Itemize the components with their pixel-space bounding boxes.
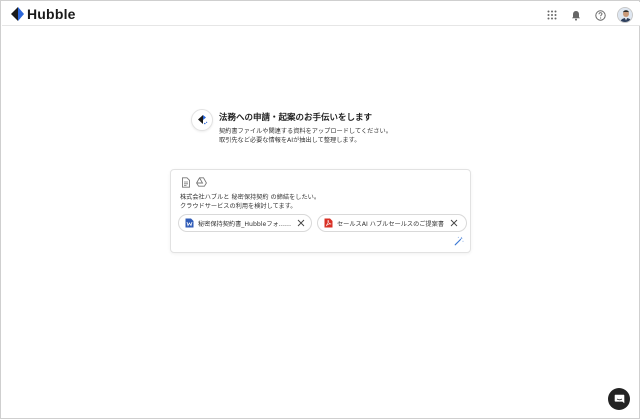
- brand-name: Hubble: [27, 6, 76, 22]
- chat-support-button[interactable]: [608, 388, 630, 410]
- google-drive-icon[interactable]: [195, 176, 207, 188]
- attachment-label: 秘密保持契約書_Hubbleフォ……: [198, 220, 292, 228]
- header-actions: [545, 7, 633, 23]
- attachment-chip[interactable]: セールスAI ハブルセールスのご提案書: [317, 214, 467, 232]
- intro-description: 契約書ファイルや関連する資料をアップロードしてください。 取引先など必要な情報を…: [219, 127, 392, 145]
- bell-icon[interactable]: [569, 8, 583, 22]
- magic-wand-icon: [454, 236, 464, 245]
- app-frame: Hubble 法務への申請・起案のお手伝いをします 契約書ファイルや関連する資料…: [0, 0, 640, 419]
- apps-grid-icon[interactable]: [545, 8, 559, 22]
- close-icon[interactable]: [449, 219, 458, 228]
- message-line-2: クラウドサービスの利用を検討してます。: [180, 203, 297, 210]
- intro-title: 法務への申請・起案のお手伝いをします: [219, 113, 373, 123]
- word-file-icon: [185, 218, 194, 228]
- composer-card: 株式会社ハブルと 秘密保持契約 の締結をしたい。 クラウドサービスの利用を検討し…: [170, 169, 471, 253]
- attachment-chip[interactable]: 秘密保持契約書_Hubbleフォ……: [178, 214, 312, 232]
- file-upload-icon[interactable]: [180, 176, 192, 188]
- chat-bubble-icon: [614, 394, 624, 404]
- attachment-list: 秘密保持契約書_Hubbleフォ…… セールスAI ハブルセールスのご提案書: [178, 214, 472, 232]
- assistant-intro: 法務への申請・起案のお手伝いをします 契約書ファイルや関連する資料をアップロード…: [191, 109, 451, 153]
- message-line-1: 株式会社ハブルと 秘密保持契約 の締結をしたい。: [180, 194, 321, 201]
- pdf-file-icon: [324, 218, 333, 228]
- hubble-logo-icon: [11, 7, 24, 21]
- hubble-ai-icon: [198, 115, 208, 125]
- intro-desc-line-1: 契約書ファイルや関連する資料をアップロードしてください。: [219, 128, 392, 135]
- hubble-logo[interactable]: Hubble: [9, 6, 76, 22]
- help-icon[interactable]: [593, 8, 607, 22]
- magic-wand-send-button[interactable]: [453, 235, 464, 246]
- assistant-avatar: [191, 109, 213, 131]
- avatar[interactable]: [617, 7, 633, 23]
- attachment-sources: [180, 176, 210, 188]
- intro-desc-line-2: 取引先など必要な情報をAIが抽出して整理します。: [219, 137, 361, 144]
- top-bar: Hubble: [2, 2, 640, 26]
- message-text[interactable]: 株式会社ハブルと 秘密保持契約 の締結をしたい。 クラウドサービスの利用を検討し…: [180, 193, 320, 211]
- attachment-label: セールスAI ハブルセールスのご提案書: [337, 220, 445, 228]
- close-icon[interactable]: [296, 219, 305, 228]
